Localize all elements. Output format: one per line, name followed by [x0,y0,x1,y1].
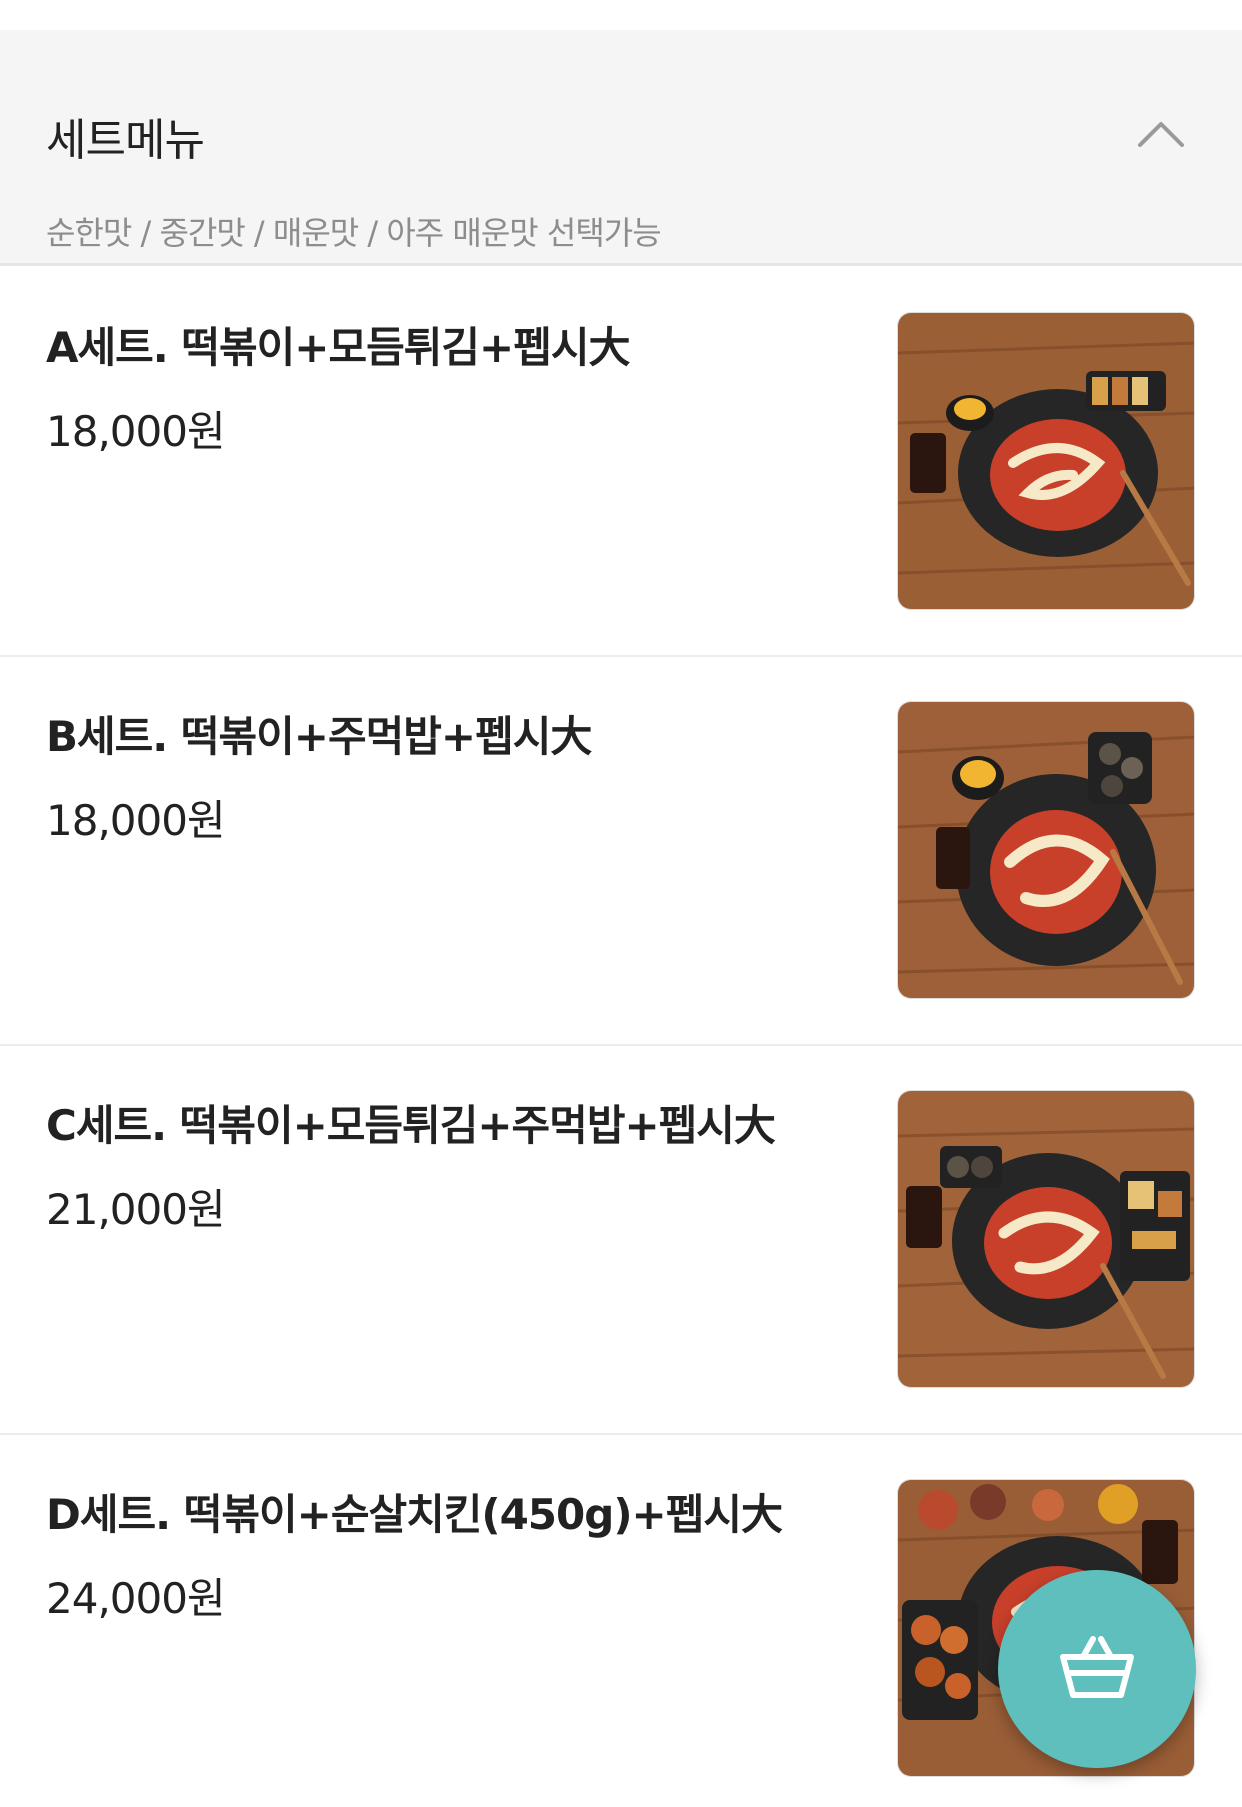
menu-item-set-b[interactable]: B세트. 떡볶이+주먹밥+펩시大 18,000원 [0,657,1242,1046]
menu-item-price: 24,000원 [46,1574,226,1623]
menu-item-name: D세트. 떡볶이+순살치킨(450g)+펩시大 [46,1490,783,1539]
food-photo[interactable] [897,701,1195,999]
section-description: 순한맛 / 중간맛 / 매운맛 / 아주 매운맛 선택가능 [46,214,662,252]
top-spacer [0,0,1242,30]
food-photo[interactable] [897,312,1195,610]
food-photo[interactable] [897,1090,1195,1388]
cart-button[interactable] [998,1570,1196,1768]
shopping-basket-icon [1057,1631,1137,1707]
menu-item-set-a[interactable]: A세트. 떡볶이+모듬튀김+펩시大 18,000원 [0,268,1242,657]
menu-item-price: 21,000원 [46,1185,226,1234]
menu-item-price: 18,000원 [46,407,226,456]
menu-item-name: A세트. 떡볶이+모듬튀김+펩시大 [46,323,631,372]
menu-item-set-c[interactable]: C세트. 떡볶이+모듬튀김+주먹밥+펩시大 21,000원 [0,1046,1242,1435]
menu-item-price: 18,000원 [46,796,226,845]
menu-item-name: B세트. 떡볶이+주먹밥+펩시大 [46,712,592,761]
menu-item-name: C세트. 떡볶이+모듬튀김+주먹밥+펩시大 [46,1101,776,1150]
menu-list: A세트. 떡볶이+모듬튀김+펩시大 18,000원 B세트. 떡볶이+주먹밥+펩… [0,268,1242,1807]
section-title: 세트메뉴 [46,115,205,166]
set-menu-section-header[interactable]: 세트메뉴 순한맛 / 중간맛 / 매운맛 / 아주 매운맛 선택가능 [0,30,1242,266]
chevron-up-icon[interactable] [1126,100,1196,170]
